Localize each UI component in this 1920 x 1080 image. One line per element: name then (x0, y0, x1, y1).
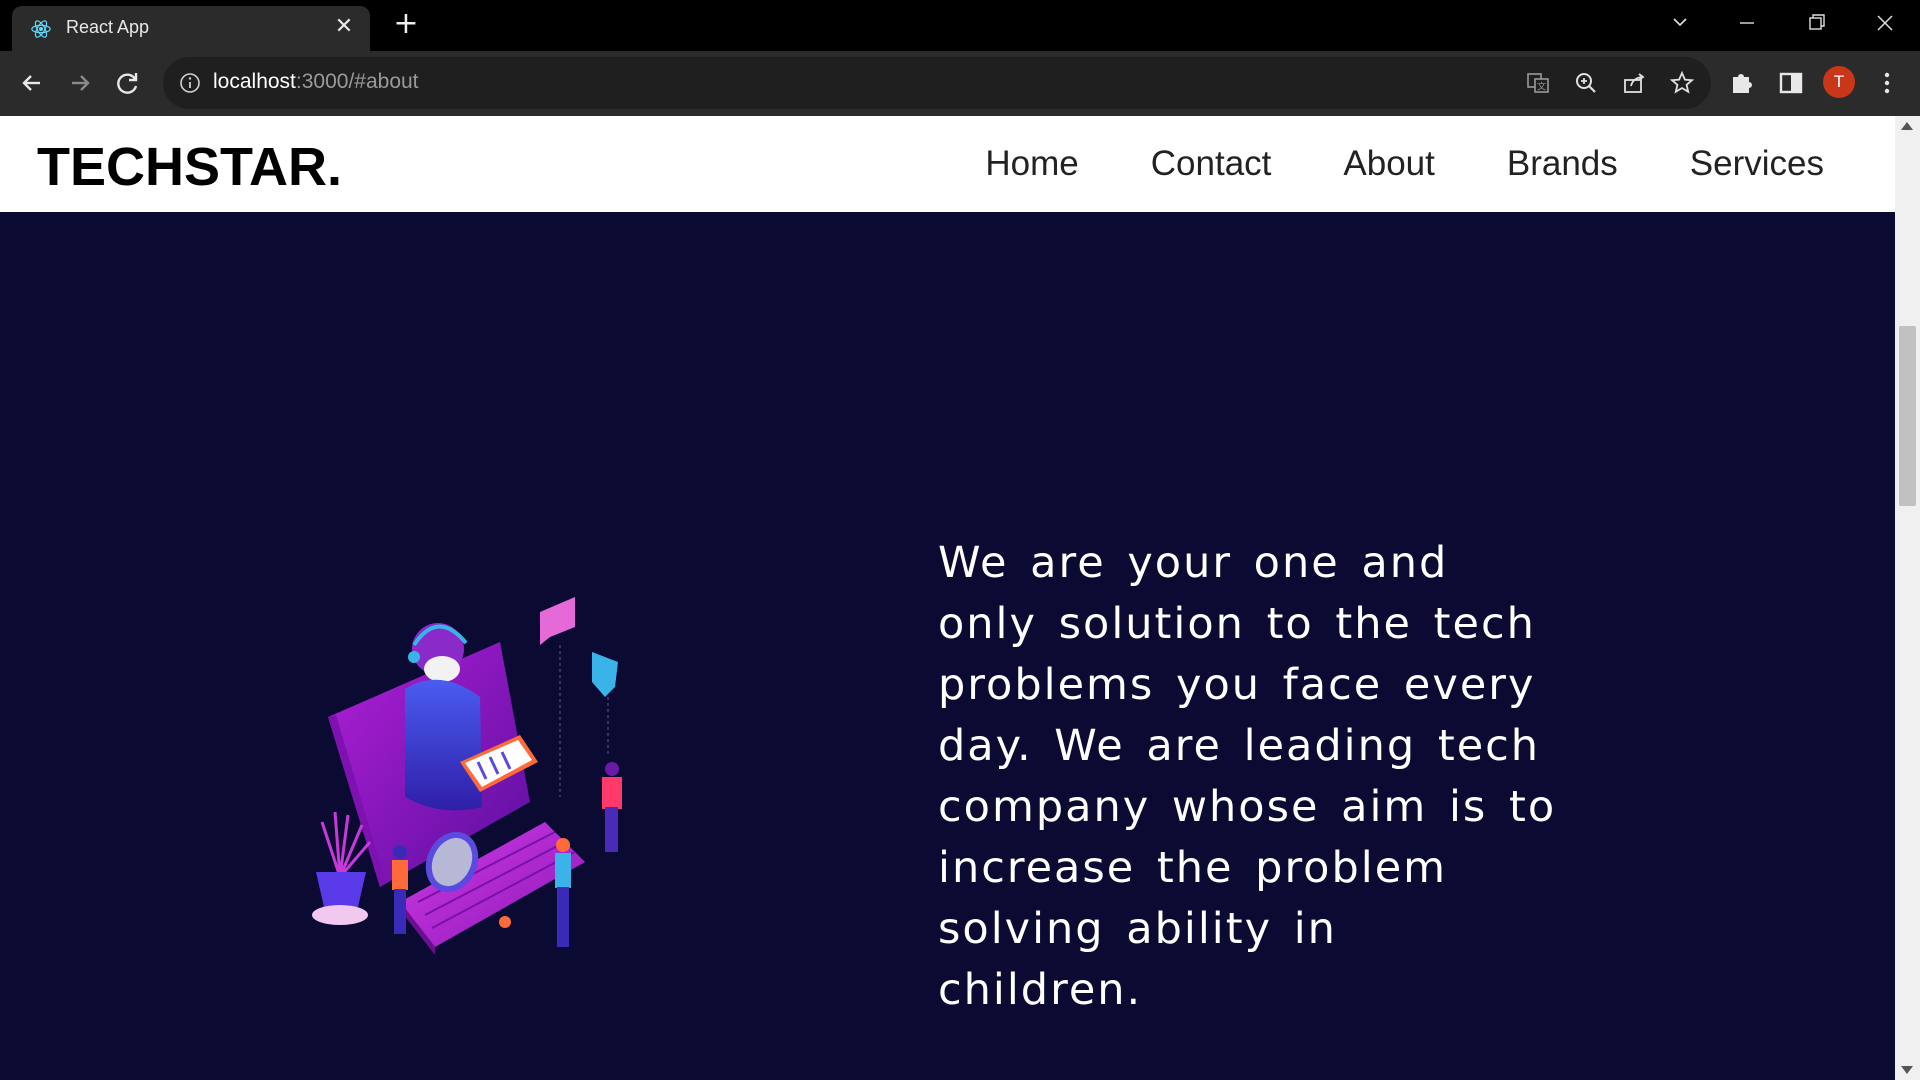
scroll-down-arrow-icon[interactable] (1901, 1066, 1913, 1074)
scroll-up-arrow-icon[interactable] (1901, 122, 1913, 130)
about-description: We are your one and only solution to the… (938, 538, 1557, 1015)
nav-link-about[interactable]: About (1343, 144, 1434, 184)
arrow-left-icon[interactable] (14, 65, 50, 101)
nav-link-home[interactable]: Home (985, 144, 1078, 184)
new-tab-button[interactable]: + (391, 9, 421, 39)
nav-link-services[interactable]: Services (1690, 144, 1824, 184)
tech-support-illustration (312, 597, 622, 955)
zoom-icon[interactable] (1573, 70, 1599, 96)
url-path: :3000/#about (295, 70, 419, 93)
reload-icon[interactable] (110, 65, 146, 101)
site-navbar: TECHSTAR. Home Contact About Brands Serv… (0, 116, 1895, 212)
svg-text:文: 文 (1537, 81, 1546, 93)
close-tab-icon[interactable]: ✕ (332, 15, 356, 39)
restore-icon[interactable] (1796, 8, 1836, 38)
page-scrollbar[interactable] (1895, 116, 1920, 1080)
tab-title: React App (66, 17, 150, 37)
scrollbar-thumb[interactable] (1899, 326, 1916, 506)
side-panel-icon[interactable] (1776, 68, 1806, 98)
address-bar[interactable]: localhost:3000/#about 文 (163, 57, 1711, 109)
share-icon[interactable] (1621, 70, 1647, 96)
tab-strip: React App ✕ + (0, 0, 1920, 51)
nav-links: Home Contact About Brands Services (985, 144, 1824, 184)
arrow-right-icon[interactable] (62, 65, 98, 101)
info-icon[interactable] (179, 72, 201, 94)
profile-avatar[interactable]: T (1823, 66, 1855, 98)
nav-link-contact[interactable]: Contact (1151, 144, 1272, 184)
react-icon (31, 20, 51, 38)
url-text[interactable]: localhost:3000/#about (213, 70, 419, 94)
url-host: localhost (213, 70, 296, 93)
nav-link-brands[interactable]: Brands (1507, 144, 1618, 184)
minimize-icon[interactable] (1727, 8, 1767, 38)
about-section: We are your one and only solution to the… (0, 212, 1895, 1080)
page-viewport: TECHSTAR. Home Contact About Brands Serv… (0, 116, 1895, 1080)
star-icon[interactable] (1669, 70, 1695, 96)
site-logo[interactable]: TECHSTAR. (37, 136, 342, 198)
tab-search-icon[interactable] (1660, 8, 1700, 38)
browser-tab[interactable]: React App ✕ (12, 6, 370, 51)
translate-icon[interactable]: 文 (1525, 70, 1551, 96)
kebab-menu-icon[interactable] (1872, 68, 1902, 98)
close-window-icon[interactable] (1865, 8, 1905, 38)
puzzle-icon[interactable] (1727, 68, 1757, 98)
